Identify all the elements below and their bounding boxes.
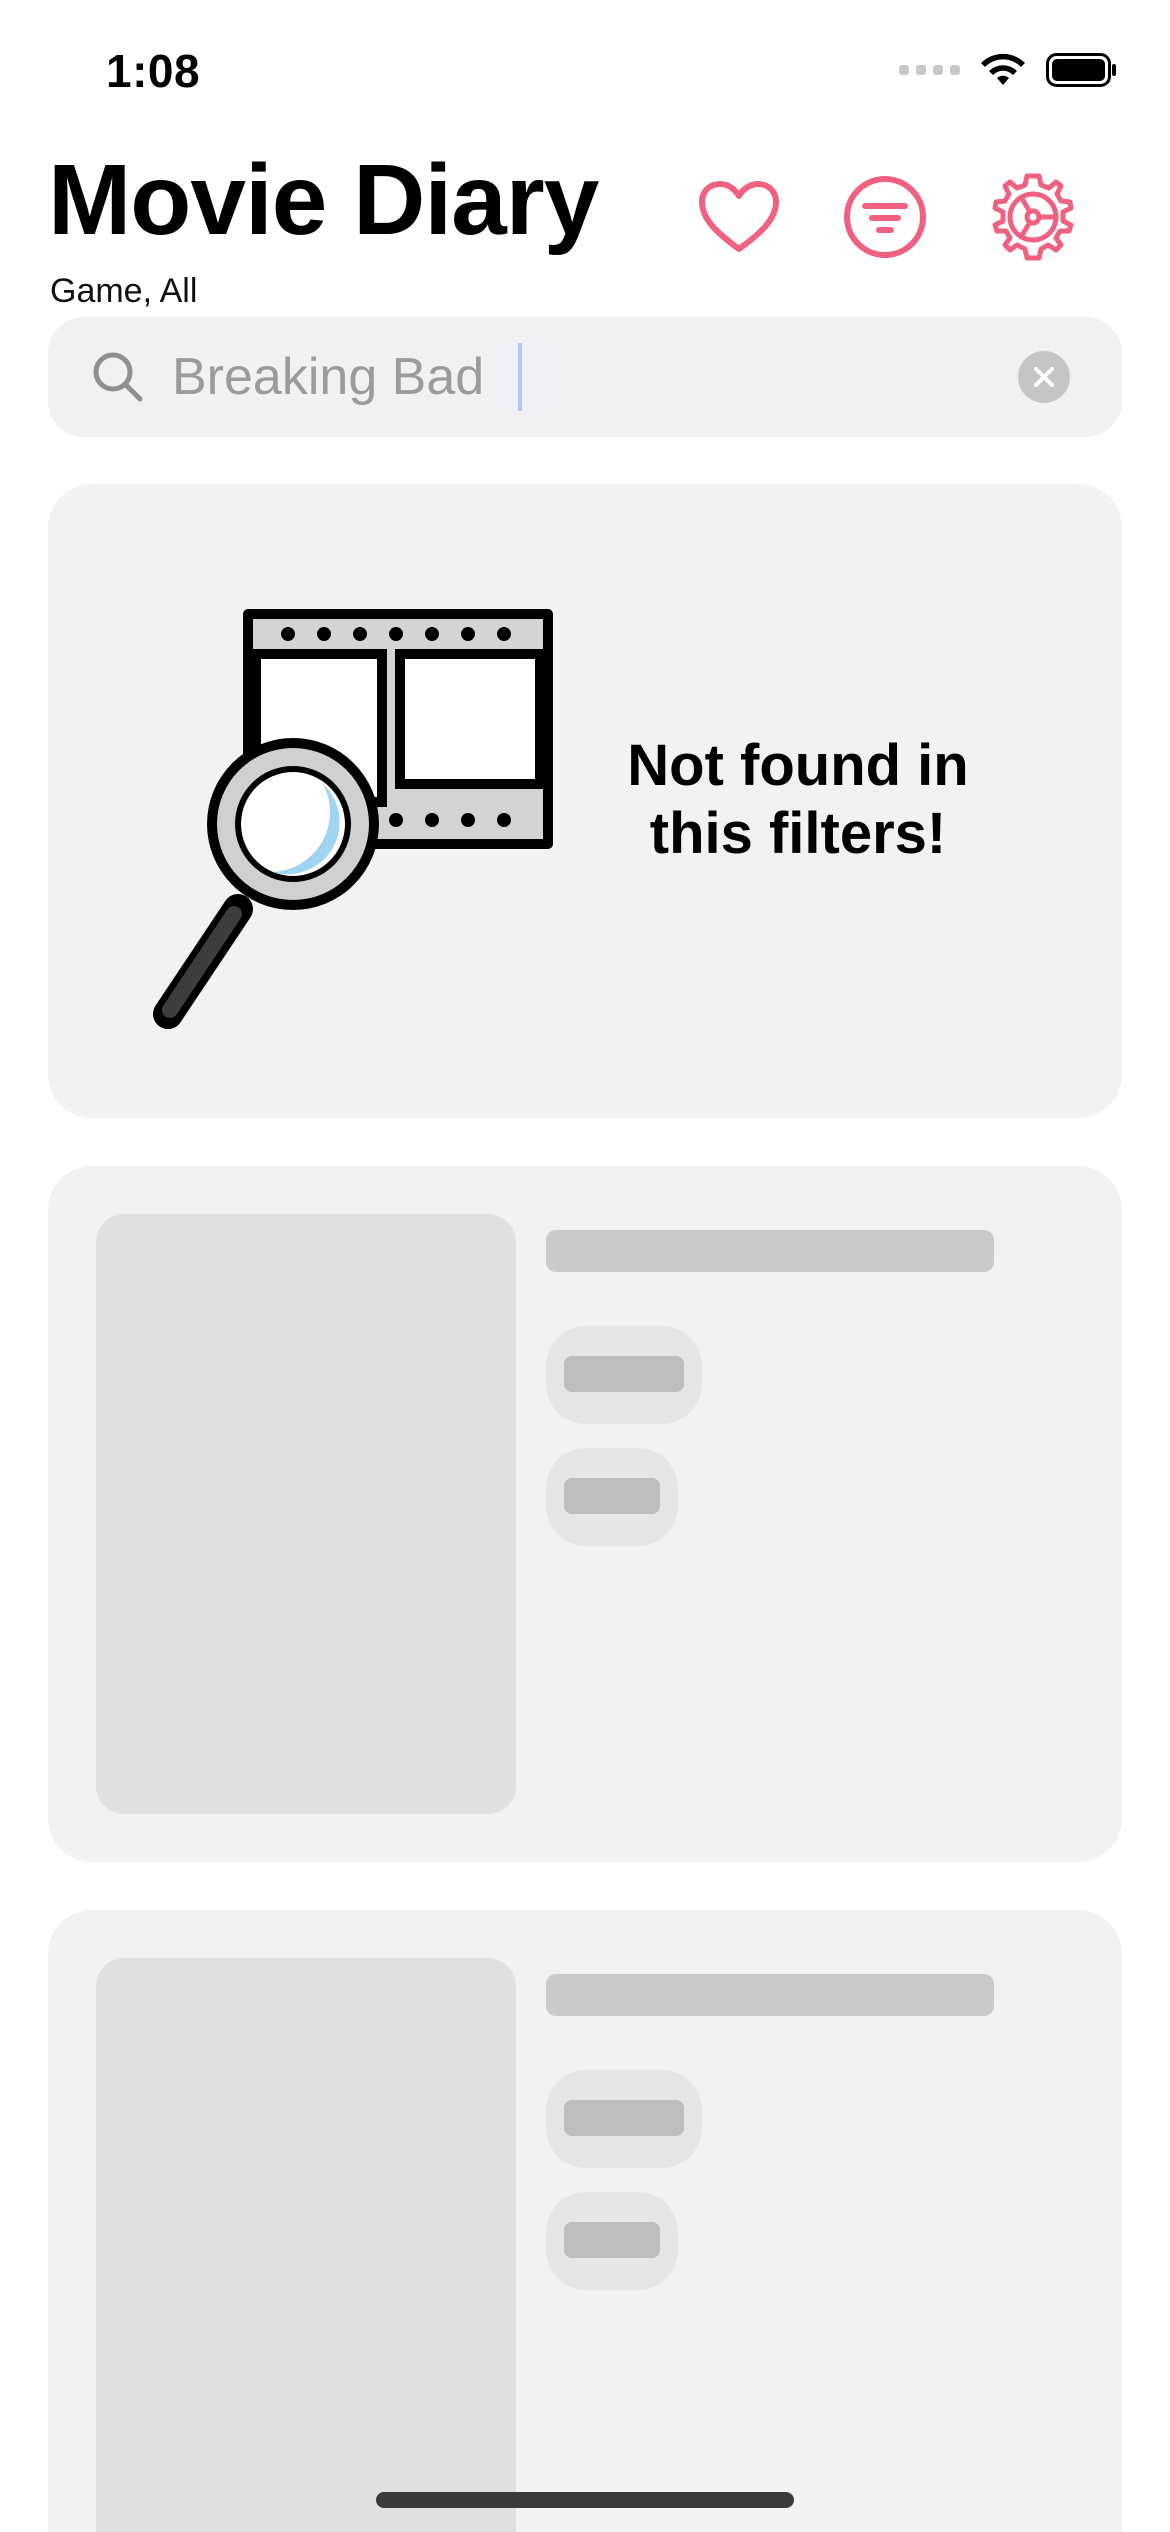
heart-icon	[699, 181, 779, 252]
title-placeholder	[546, 1230, 994, 1272]
tag-placeholder	[546, 1448, 678, 1546]
empty-state-card: Not found in this filters!	[48, 484, 1122, 1118]
filter-icon	[844, 176, 926, 258]
tag-placeholder	[546, 1326, 702, 1424]
filter-button[interactable]	[840, 172, 930, 262]
status-icons	[899, 52, 1118, 88]
home-indicator[interactable]	[376, 2492, 794, 2508]
poster-placeholder	[96, 1958, 516, 2532]
battery-icon	[1046, 53, 1116, 87]
magnifier-icon	[93, 352, 143, 402]
empty-state-message: Not found in this filters!	[627, 733, 969, 867]
status-time: 1:08	[106, 45, 201, 97]
favorites-button[interactable]	[694, 172, 784, 262]
poster-placeholder	[96, 1214, 516, 1814]
placeholder-card	[48, 1910, 1122, 2532]
movie-diary-screen: 1:08 Movie Diary Game, All Breaking Bad …	[0, 0, 1170, 2532]
text-cursor	[518, 343, 522, 411]
tag-placeholder	[546, 2070, 702, 2168]
placeholder-card	[48, 1166, 1122, 1862]
wifi-icon	[981, 53, 1025, 85]
tag-placeholder	[546, 2192, 678, 2290]
search-input[interactable]	[172, 343, 1022, 411]
filter-summary: Game, All	[50, 272, 198, 310]
gear-icon	[992, 173, 1074, 261]
film-magnifier-illustration	[153, 609, 553, 1029]
title-placeholder	[546, 1974, 994, 2016]
cellular-signal-icon	[899, 65, 960, 75]
clear-search-button[interactable]	[1018, 351, 1070, 403]
clear-icon	[1034, 367, 1054, 387]
page-title: Movie Diary	[48, 144, 599, 256]
settings-button[interactable]	[988, 172, 1078, 262]
search-bar[interactable]	[48, 317, 1122, 437]
